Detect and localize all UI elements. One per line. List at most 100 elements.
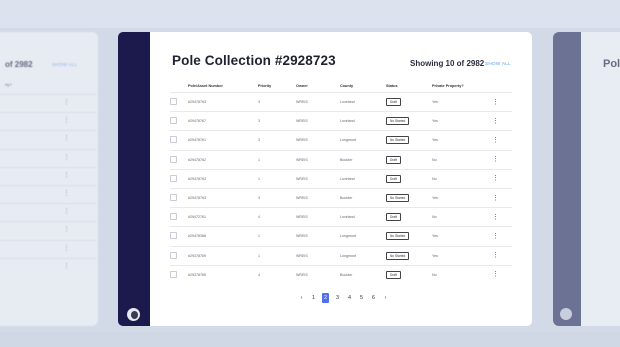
table-row[interactable]: #29378765 4 WREIS Boulder Draft No ⋮ — [170, 264, 512, 284]
kebab-icon[interactable]: ⋮ — [492, 195, 499, 202]
row-actions-cell[interactable]: ⋮ — [492, 111, 512, 131]
row-actions-cell[interactable]: ⋮ — [492, 187, 512, 208]
priority-cell: 1 — [258, 168, 296, 189]
left-card-row-divider — [0, 239, 96, 241]
kebab-icon[interactable]: ⋮ — [63, 226, 70, 233]
avatar-icon[interactable] — [127, 308, 140, 321]
kebab-icon[interactable]: ⋮ — [63, 117, 70, 124]
left-card-row-divider — [0, 130, 96, 132]
header-owner: Owner — [296, 84, 308, 88]
kebab-icon[interactable]: ⋮ — [492, 156, 499, 163]
row-actions-cell[interactable]: ⋮ — [492, 264, 512, 284]
table-row[interactable]: #29472761 4 WREIS Loveland Draft No ⋮ — [170, 207, 512, 227]
kebab-icon[interactable]: ⋮ — [492, 252, 499, 259]
kebab-icon[interactable]: ⋮ — [492, 233, 499, 240]
header-private-property: Private Property? — [432, 84, 464, 88]
checkbox-icon[interactable] — [170, 270, 177, 278]
left-card-row-divider — [0, 257, 96, 259]
status-cell: No Started — [386, 187, 432, 208]
row-checkbox-cell[interactable] — [170, 149, 188, 170]
row-actions-cell[interactable]: ⋮ — [492, 245, 512, 266]
priority-cell: 1 — [258, 149, 296, 170]
checkbox-icon[interactable] — [170, 213, 177, 221]
kebab-icon[interactable]: ⋮ — [63, 190, 70, 197]
checkbox-icon[interactable] — [170, 232, 177, 240]
row-actions-cell[interactable]: ⋮ — [492, 130, 512, 151]
status-cell: No Started — [386, 226, 432, 246]
row-checkbox-cell[interactable] — [170, 130, 188, 151]
owner-cell: WREIS — [296, 245, 340, 266]
show-all-link[interactable]: SHOW ALL — [485, 61, 511, 66]
pagination-next[interactable]: › — [382, 293, 389, 303]
checkbox-icon[interactable] — [170, 136, 177, 144]
kebab-icon[interactable]: ⋮ — [63, 245, 70, 252]
pagination-prev[interactable]: ‹ — [298, 293, 305, 303]
left-card-row-divider — [0, 148, 96, 150]
row-checkbox-cell[interactable] — [170, 91, 188, 112]
checkbox-icon[interactable] — [170, 155, 177, 163]
row-checkbox-cell[interactable] — [170, 111, 188, 131]
pagination-page-4[interactable]: 4 — [346, 293, 353, 303]
status-badge: No Started — [386, 232, 410, 241]
background-card-left[interactable]: of 2982 SHOW ALL rty? ⋮ ⋮ ⋮ ⋮ ⋮ ⋮ ⋮ ⋮ ⋮ ⋮ — [0, 32, 98, 326]
priority-cell: 3 — [258, 111, 296, 131]
kebab-icon[interactable]: ⋮ — [63, 135, 70, 142]
table-row[interactable]: #29478763 3 WREIS Boulder No Started Yes ⋮ — [170, 187, 512, 208]
status-badge: Draft — [386, 174, 401, 183]
priority-cell: 3 — [258, 130, 296, 151]
pagination-page-6[interactable]: 6 — [370, 293, 377, 303]
row-actions-cell[interactable]: ⋮ — [492, 207, 512, 227]
row-checkbox-cell[interactable] — [170, 187, 188, 208]
row-checkbox-cell[interactable] — [170, 264, 188, 284]
checkbox-icon[interactable] — [170, 117, 177, 125]
background-card-right-nav — [553, 32, 581, 326]
checkbox-icon[interactable] — [170, 174, 177, 182]
table-row[interactable]: #29478763 3 WREIS Loveland Draft Yes ⋮ — [170, 91, 512, 112]
asset-number-cell: #29478763 — [188, 91, 258, 112]
table-row[interactable]: #29478762 1 WREIS Boulder Draft No ⋮ — [170, 149, 512, 170]
row-checkbox-cell[interactable] — [170, 207, 188, 227]
kebab-icon[interactable]: ⋮ — [63, 172, 70, 179]
kebab-icon[interactable]: ⋮ — [492, 137, 499, 144]
asset-number-cell: #29472761 — [188, 207, 258, 227]
county-cell: Longmont — [340, 226, 386, 246]
checkbox-icon[interactable] — [170, 251, 177, 259]
table-row[interactable]: #29478767 3 WREIS Loveland No Started Yes ⋮ — [170, 111, 512, 131]
kebab-icon[interactable]: ⋮ — [63, 99, 70, 106]
pagination-page-3[interactable]: 3 — [334, 293, 341, 303]
private-property-cell: No — [432, 149, 492, 170]
row-actions-cell[interactable]: ⋮ — [492, 91, 512, 112]
pagination-page-2[interactable]: 2 — [322, 293, 329, 303]
header-select — [170, 80, 188, 93]
county-cell: Loveland — [340, 207, 386, 227]
kebab-icon[interactable]: ⋮ — [492, 118, 499, 125]
kebab-icon[interactable]: ⋮ — [63, 263, 70, 270]
row-checkbox-cell[interactable] — [170, 168, 188, 189]
checkbox-icon[interactable] — [170, 194, 177, 202]
private-property-cell: Yes — [432, 226, 492, 246]
status-cell: No Started — [386, 111, 432, 131]
table-row[interactable]: #29378769 1 WREIS Longmont No Started Yes ⋮ — [170, 245, 512, 266]
status-cell: No Started — [386, 245, 432, 266]
pagination-page-1[interactable]: 1 — [310, 293, 317, 303]
pagination-page-5[interactable]: 5 — [358, 293, 365, 303]
row-checkbox-cell[interactable] — [170, 245, 188, 266]
row-actions-cell[interactable]: ⋮ — [492, 168, 512, 189]
row-checkbox-cell[interactable] — [170, 226, 188, 246]
kebab-icon[interactable]: ⋮ — [492, 175, 499, 182]
kebab-icon[interactable]: ⋮ — [492, 271, 499, 278]
left-card-show-all[interactable]: SHOW ALL — [52, 62, 77, 67]
kebab-icon[interactable]: ⋮ — [63, 208, 70, 215]
kebab-icon[interactable]: ⋮ — [492, 214, 499, 221]
table-row[interactable]: #29478763 1 WREIS Loveland Draft No ⋮ — [170, 168, 512, 189]
avatar-icon[interactable] — [560, 308, 572, 320]
asset-number-cell: #29478761 — [188, 130, 258, 151]
table-row[interactable]: #29478368 1 WREIS Longmont No Started Yes ⋮ — [170, 226, 512, 246]
kebab-icon[interactable]: ⋮ — [492, 99, 499, 106]
table-row[interactable]: #29478761 3 WREIS Longmont No Started Yes ⋮ — [170, 130, 512, 151]
kebab-icon[interactable]: ⋮ — [63, 154, 70, 161]
row-actions-cell[interactable]: ⋮ — [492, 149, 512, 170]
checkbox-icon[interactable] — [170, 98, 177, 106]
row-actions-cell[interactable]: ⋮ — [492, 226, 512, 246]
background-card-right[interactable]: Pol — [581, 32, 620, 326]
